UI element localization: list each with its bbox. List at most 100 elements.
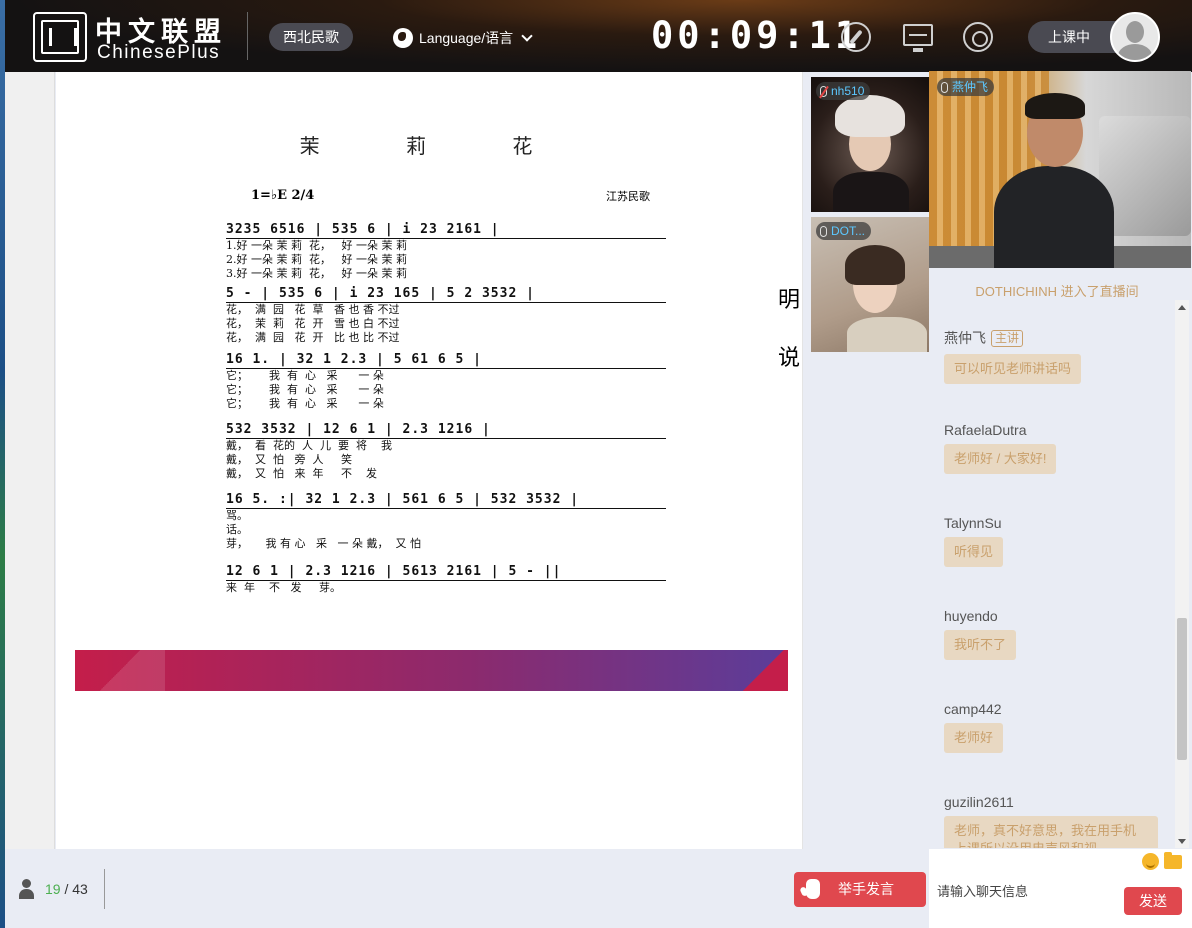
chat-message-header: 燕仲飞 主讲 xyxy=(944,328,1081,348)
song-origin: 江苏民歌 xyxy=(606,190,650,203)
language-label: Language/语言 xyxy=(419,30,514,46)
video-name: nh510 xyxy=(831,84,865,98)
score-line: 12 6 1 | 2.3 1216 | 5613 2161 | 5 - || 来… xyxy=(226,564,666,595)
chat-bubble: 听得见 xyxy=(944,537,1004,567)
chat-scrollbar[interactable] xyxy=(1175,300,1189,848)
chat-bubble: 老师好 / 大家好! xyxy=(944,444,1057,474)
song-title: 茉 莉 花 xyxy=(299,134,573,158)
monitor-icon[interactable] xyxy=(903,24,933,52)
score-notes: 16 1. | 32 1 2.3 | 5 61 6 5 | xyxy=(226,352,666,369)
chat-sender: huyendo xyxy=(944,608,998,624)
chat-sender: guzilin2611 xyxy=(944,794,1014,810)
course-name-badge: 西北民歌 xyxy=(269,23,353,51)
score-line: 3235 6516 | 535 6 | i 23 2161 | 1.好 一朵 茉… xyxy=(226,222,666,281)
logo-seal-icon xyxy=(33,12,87,62)
chat-message: camp442 老师好 xyxy=(944,701,1004,753)
score-lyric: 来 年 不 发 芽。 xyxy=(226,581,341,594)
attendance-count[interactable]: 19 / 43 xyxy=(45,881,88,897)
scroll-down-icon[interactable] xyxy=(1178,839,1186,844)
courseware-banner xyxy=(75,650,788,691)
globe-icon xyxy=(393,28,413,48)
score-lyric: 3.好 一朵 茉 莉 花， 好 一朵 茉 莉 xyxy=(226,267,407,280)
mic-muted-icon xyxy=(820,85,827,97)
video-name: DOT... xyxy=(831,224,866,238)
score-lyric: 它； 我 有 心 采 一 朵 xyxy=(226,397,384,410)
chat-sender: camp442 xyxy=(944,701,1002,717)
score-notes: 5 - | 535 6 | i 23 165 | 5 2 3532 | xyxy=(226,286,666,303)
score-notes: 16 5. :| 32 1 2.3 | 561 6 5 | 532 3532 | xyxy=(226,492,666,509)
mic-icon xyxy=(820,225,827,237)
chat-bubble: 老师好 xyxy=(944,723,1004,753)
emoji-icon[interactable] xyxy=(1142,853,1159,870)
score-lyric: 骂。 xyxy=(226,509,248,522)
people-icon xyxy=(19,879,37,899)
partial-text-column: 明 说 xyxy=(778,272,800,388)
chat-message: guzilin2611 老师，真不好意思，我在用手机上课所以没用电声风和视 xyxy=(944,794,1158,848)
score-lyric: 2.好 一朵 茉 莉 花， 好 一朵 茉 莉 xyxy=(226,253,407,266)
signal-icon[interactable] xyxy=(963,22,993,52)
partial-char: 说 xyxy=(778,346,801,371)
teacher-body xyxy=(994,166,1114,268)
student-video-tile[interactable]: nh510 xyxy=(811,77,929,212)
video-name-tag: 燕仲飞 xyxy=(937,78,995,96)
score-lyric: 它； 我 有 心 采 一 朵 xyxy=(226,383,384,396)
score-lyric: 1.好 一朵 茉 莉 花， 好 一朵 茉 莉 xyxy=(226,239,407,252)
student-hat xyxy=(835,95,905,137)
mic-icon xyxy=(941,81,948,93)
chat-sender: TalynnSu xyxy=(944,515,1002,531)
teacher-video[interactable]: 燕仲飞 xyxy=(929,71,1191,268)
score-lyric: 它； 我 有 心 采 一 朵 xyxy=(226,369,384,382)
chat-bubble: 我听不了 xyxy=(944,630,1017,660)
score-lyric: 戴， 又 怕 旁 人 笑 xyxy=(226,453,352,466)
score-lyric: 花， 茉 莉 花 开 雪 也 白 不过 xyxy=(226,317,400,330)
send-button[interactable]: 发送 xyxy=(1124,887,1182,915)
chat-message: 燕仲飞 主讲 可以听见老师讲话吗 xyxy=(944,328,1082,384)
chat-message: huyendo 我听不了 xyxy=(944,608,1017,660)
courseware-left-margin xyxy=(5,72,55,849)
raise-hand-button[interactable]: 举手发言 xyxy=(794,872,926,907)
scroll-up-icon[interactable] xyxy=(1178,305,1186,310)
raise-hand-label: 举手发言 xyxy=(838,881,894,897)
bottom-bar: 19 / 43 举手发言 xyxy=(5,849,929,928)
language-selector[interactable]: Language/语言 xyxy=(393,28,533,48)
chat-panel: DOTHICHINH 进入了直播间 燕仲飞 主讲 可以听见老师讲话吗 Rafae… xyxy=(929,268,1191,848)
score-lyric: 花， 满 园 花 开 比 也 比 不过 xyxy=(226,331,400,344)
score-line: 532 3532 | 12 6 1 | 2.3 1216 | 戴， 看 花的 人… xyxy=(226,422,666,481)
chat-message: RafaelaDutra 老师好 / 大家好! xyxy=(944,422,1057,474)
student-video-tile[interactable]: DOT... xyxy=(811,217,929,352)
student-body xyxy=(833,172,909,212)
partial-char: 明 xyxy=(778,288,801,313)
online-count: 19 xyxy=(45,881,61,897)
chat-sender: 燕仲飞 xyxy=(944,330,986,346)
scroll-thumb[interactable] xyxy=(1177,618,1187,760)
video-name: 燕仲飞 xyxy=(952,80,989,94)
hand-icon xyxy=(806,879,820,899)
score-notes: 3235 6516 | 535 6 | i 23 2161 | xyxy=(226,222,666,239)
chat-message: TalynnSu 听得见 xyxy=(944,515,1004,567)
bottom-divider xyxy=(104,869,105,909)
join-notice: DOTHICHINH 进入了直播间 xyxy=(975,284,1139,299)
score-lyric: 戴， 又 怕 来 年 不 发 xyxy=(226,467,377,480)
compass-icon[interactable] xyxy=(841,22,871,52)
score-line: 16 1. | 32 1 2.3 | 5 61 6 5 | 它； 我 有 心 采… xyxy=(226,352,666,411)
score-line: 5 - | 535 6 | i 23 165 | 5 2 3532 | 花， 满… xyxy=(226,286,666,345)
courseware-panel: 茉 莉 花 1=♭E 2/4 江苏民歌 3235 6516 | 535 6 | … xyxy=(56,72,803,849)
user-avatar[interactable] xyxy=(1110,12,1160,62)
classroom-window: 中文联盟 ChinesePlus 西北民歌 Language/语言 00:09:… xyxy=(0,0,1192,928)
score-lyric: 戴， 看 花的 人 儿 要 将 我 xyxy=(226,439,392,452)
chevron-down-icon xyxy=(521,30,533,42)
logo-divider xyxy=(247,12,248,60)
song-key: 1=♭E 2/4 xyxy=(251,188,315,203)
total-count: / 43 xyxy=(64,881,88,897)
chat-bubble: 可以听见老师讲话吗 xyxy=(944,354,1082,384)
score-notes: 12 6 1 | 2.3 1216 | 5613 2161 | 5 - || xyxy=(226,564,666,581)
score-lyric: 芽， 我 有 心 采 一 朵 戴， 又 怕 xyxy=(226,537,421,550)
video-name-tag: nh510 xyxy=(816,82,871,100)
chat-input[interactable] xyxy=(937,881,1117,901)
folder-icon[interactable] xyxy=(1164,852,1182,869)
class-timer: 00:09:11 xyxy=(651,14,862,57)
teacher-hair xyxy=(1025,93,1085,119)
chat-input-area: 发送 xyxy=(929,849,1192,928)
score-lyric: 话。 xyxy=(226,523,248,536)
student-body xyxy=(847,317,927,352)
